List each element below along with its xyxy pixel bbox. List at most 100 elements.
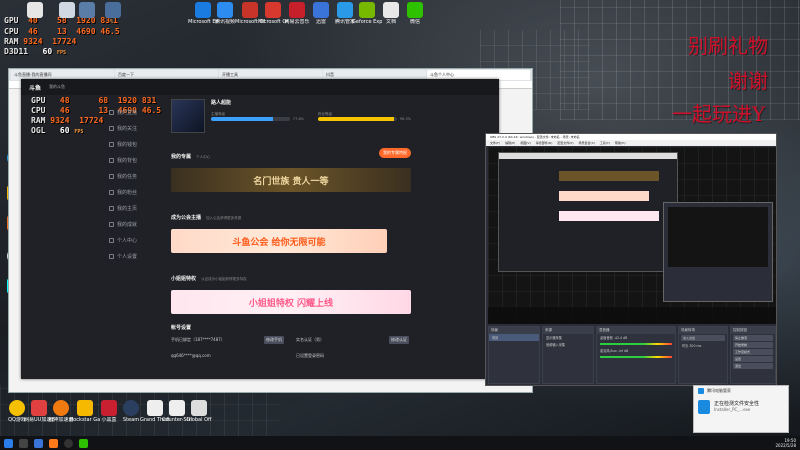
studio-mode-button[interactable]: 工作室模式: [733, 349, 773, 355]
desktop-icon[interactable]: [98, 2, 128, 19]
privilege-button[interactable]: 我的专属特权: [379, 147, 411, 158]
scene-item[interactable]: 场景: [489, 334, 539, 341]
banner-noble[interactable]: 名门世族 贵人一等: [171, 168, 411, 192]
avatar[interactable]: [171, 99, 205, 133]
clock-date[interactable]: 2022/5/28: [775, 443, 796, 448]
sidebar-item[interactable]: 我的直播: [109, 104, 164, 120]
taskbar-app-icon[interactable]: [49, 438, 58, 448]
obs-taskbar-icon[interactable]: [64, 438, 73, 448]
menu-item[interactable]: 配置文件(P): [557, 140, 573, 146]
realname-label: 实名认证（男）: [296, 337, 324, 342]
transition-select[interactable]: 淡入淡出: [681, 335, 725, 341]
exit-button[interactable]: 退出: [733, 363, 773, 369]
sidebar-item[interactable]: 个人中心: [109, 232, 164, 248]
privilege-title: 我的专属: [171, 154, 192, 160]
guild-title: 成为公会主播: [171, 215, 202, 221]
gpu-label: GPU: [4, 16, 19, 25]
file-icon: [191, 400, 207, 416]
sources-dock: 来源 显示器采集 音频输入采集: [542, 326, 594, 384]
app-main: 路人超能 主播等级 77.8% 粉丝等级 96.3% 我的专属 个人中心 我的专…: [171, 99, 411, 359]
download-icon: [313, 2, 329, 18]
preview-browser-capture: [498, 152, 678, 272]
modify-phone-button[interactable]: 修改手机: [264, 336, 284, 344]
cpu-clock: 4690: [76, 27, 96, 36]
stop-stream-button[interactable]: 停止推流: [733, 335, 773, 341]
desktop-icon[interactable]: [20, 2, 50, 19]
banner-girl[interactable]: 小姐姐特权 闪耀上线: [171, 290, 411, 314]
breadcrumb: 我的斗鱼: [49, 84, 66, 89]
volume-meter[interactable]: [600, 343, 672, 345]
mixer-db: -42.4 dB: [613, 336, 628, 340]
duration-value[interactable]: 300 ms: [689, 344, 701, 348]
menu-item[interactable]: 场景集合(S): [579, 140, 595, 146]
ram-mb: 17724: [52, 37, 77, 46]
sidebar-item[interactable]: 我的钱包: [109, 136, 164, 152]
video-icon: [217, 2, 233, 18]
bonus-sub: 认证成为小姐姐获得更多特权: [201, 277, 247, 281]
menu-item[interactable]: 帮助(H): [615, 140, 626, 146]
obs-preview[interactable]: [488, 147, 776, 324]
modify-realname-button[interactable]: 修改认证: [389, 336, 409, 344]
wechat-taskbar-icon[interactable]: [79, 438, 88, 448]
menu-icon: [109, 221, 114, 227]
email-label: qq646****@qq.com: [171, 353, 211, 358]
volume-meter[interactable]: [600, 356, 672, 358]
office-icon: [242, 2, 258, 18]
source-item[interactable]: 音频输入采集: [543, 341, 593, 348]
mixer-channel: 桌面音频: [600, 336, 613, 340]
sources-title: 来源: [543, 327, 593, 334]
sidebar-item[interactable]: 个人设置: [109, 248, 164, 264]
app-sidebar: 我的直播 我的关注 我的钱包 我的背包 我的任务 我的粉丝 我的主页 我的成就 …: [109, 104, 164, 264]
sidebar-item[interactable]: 我的成就: [109, 216, 164, 232]
douyu-logo[interactable]: 斗鱼: [29, 83, 41, 92]
cpu-temp: 46: [28, 27, 38, 36]
source-item[interactable]: 显示器采集: [543, 334, 593, 341]
user-name: 路人超能: [211, 100, 232, 106]
preview-taskbar: [488, 307, 776, 324]
gta-icon: [147, 400, 163, 416]
banner-guild[interactable]: 斗鱼公会 给你无限可能: [171, 229, 387, 253]
sidebar-item[interactable]: 我的主页: [109, 200, 164, 216]
bottom-icon-8[interactable]: Global Off: [184, 400, 214, 423]
menu-icon: [109, 141, 114, 147]
stream-text-1: 别刷礼物: [688, 34, 768, 58]
scenes-dock: 场景 场景: [488, 326, 540, 384]
menu-icon: [109, 205, 114, 211]
top-icon-9[interactable]: 微信: [400, 2, 430, 25]
start-record-button[interactable]: 开始录制: [733, 342, 773, 348]
steam-icon: [123, 400, 139, 416]
menu-item[interactable]: 文件(F): [490, 140, 500, 146]
wechat-icon: [407, 2, 423, 18]
menu-item[interactable]: 工具(T): [600, 140, 610, 146]
menu-item[interactable]: 编辑(E): [505, 140, 515, 146]
taskbar: 19:50 2022/5/28: [0, 436, 800, 450]
app-header: 斗鱼 我的斗鱼: [21, 79, 499, 95]
sidebar-item[interactable]: 我的粉丝: [109, 184, 164, 200]
app-icon: [105, 2, 121, 18]
mixer-db: -inf dB: [617, 349, 629, 353]
controls-title: 控制按钮: [731, 327, 775, 334]
transitions-dock: 场景转场 淡入淡出 时长 300 ms: [678, 326, 728, 384]
search-icon[interactable]: [19, 438, 28, 448]
settings-button[interactable]: 设置: [733, 356, 773, 362]
menu-icon: [109, 253, 114, 259]
taskbar-app-icon[interactable]: [34, 438, 43, 448]
ram-used: 9324: [23, 37, 43, 46]
sidebar-item[interactable]: 我的任务: [109, 168, 164, 184]
shield-icon: [698, 388, 704, 394]
menu-item[interactable]: 视图(V): [520, 140, 530, 146]
mixer-channel: 麦克风/Aux: [600, 349, 617, 353]
sidebar-item[interactable]: 我的背包: [109, 152, 164, 168]
sidebar-item[interactable]: 我的关注: [109, 120, 164, 136]
start-icon[interactable]: [4, 438, 13, 448]
bonus-title: 小姐姐特权: [171, 276, 197, 282]
fans-progress: [318, 117, 394, 121]
leishen-icon: [53, 400, 69, 416]
level-pct: 77.8%: [292, 117, 304, 121]
menu-icon: [109, 189, 114, 195]
preview-obs-capture: [663, 202, 773, 302]
notification-toast[interactable]: 腾讯电脑管家 正在检测文件安全性 Installer_PC_...exe: [693, 385, 789, 433]
fps-value: 60: [42, 47, 53, 56]
browser-window: 斗鱼直播-我的直播间 百度一下 开播工具 抖音 斗鱼个人中心 斗鱼 我的斗鱼 G…: [8, 68, 533, 393]
menu-item[interactable]: 停靠部件(D): [536, 140, 553, 146]
